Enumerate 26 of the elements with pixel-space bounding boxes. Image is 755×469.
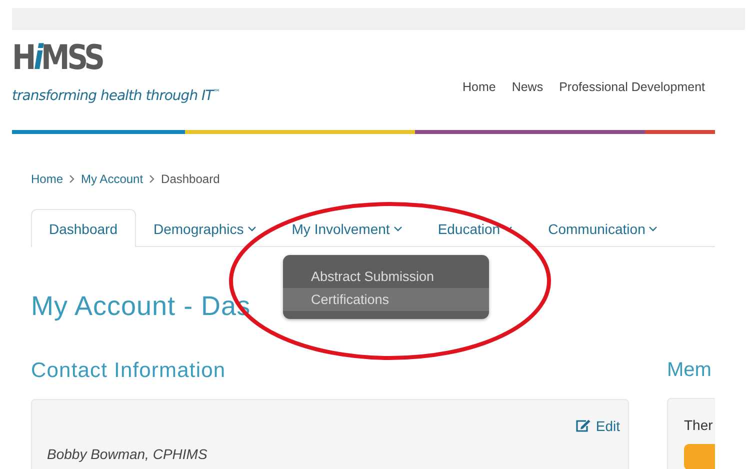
chevron-down-icon <box>248 226 256 232</box>
chevron-down-icon <box>649 226 658 232</box>
tab[interactable]: Communication <box>530 209 676 247</box>
breadcrumb-link[interactable]: Home <box>31 172 64 186</box>
section-heading: Contact Information <box>31 359 227 383</box>
chevron-right-icon <box>149 175 156 183</box>
tab[interactable]: Education <box>420 209 530 247</box>
section-heading: Mem <box>667 359 712 382</box>
chevron-down-icon <box>394 226 402 232</box>
logo-tagline: transforming health through IT$^{™}$ <box>12 88 220 104</box>
membership-text: Ther <box>684 417 713 433</box>
breadcrumb-current: Dashboard <box>161 172 220 186</box>
tab[interactable]: Dashboard <box>31 209 136 247</box>
tab[interactable]: Demographics <box>136 209 274 247</box>
edit-icon <box>574 419 591 433</box>
logo-wordmark[interactable]: HiMSS <box>12 38 102 78</box>
edit-link[interactable]: Edit <box>574 418 620 434</box>
breadcrumb-link[interactable]: My Account <box>81 172 144 186</box>
chevron-right-icon <box>69 175 76 183</box>
menu-item[interactable]: Abstract Submission <box>283 265 489 288</box>
tab[interactable]: My Involvement <box>274 209 420 247</box>
nav-link[interactable]: Home <box>462 80 496 94</box>
contact-name: Bobby Bowman, CPHIMS <box>47 446 208 462</box>
nav-link[interactable]: Professional Development <box>559 80 705 94</box>
nav-link[interactable]: News <box>512 80 544 94</box>
menu-item[interactable]: Certifications <box>283 288 489 311</box>
